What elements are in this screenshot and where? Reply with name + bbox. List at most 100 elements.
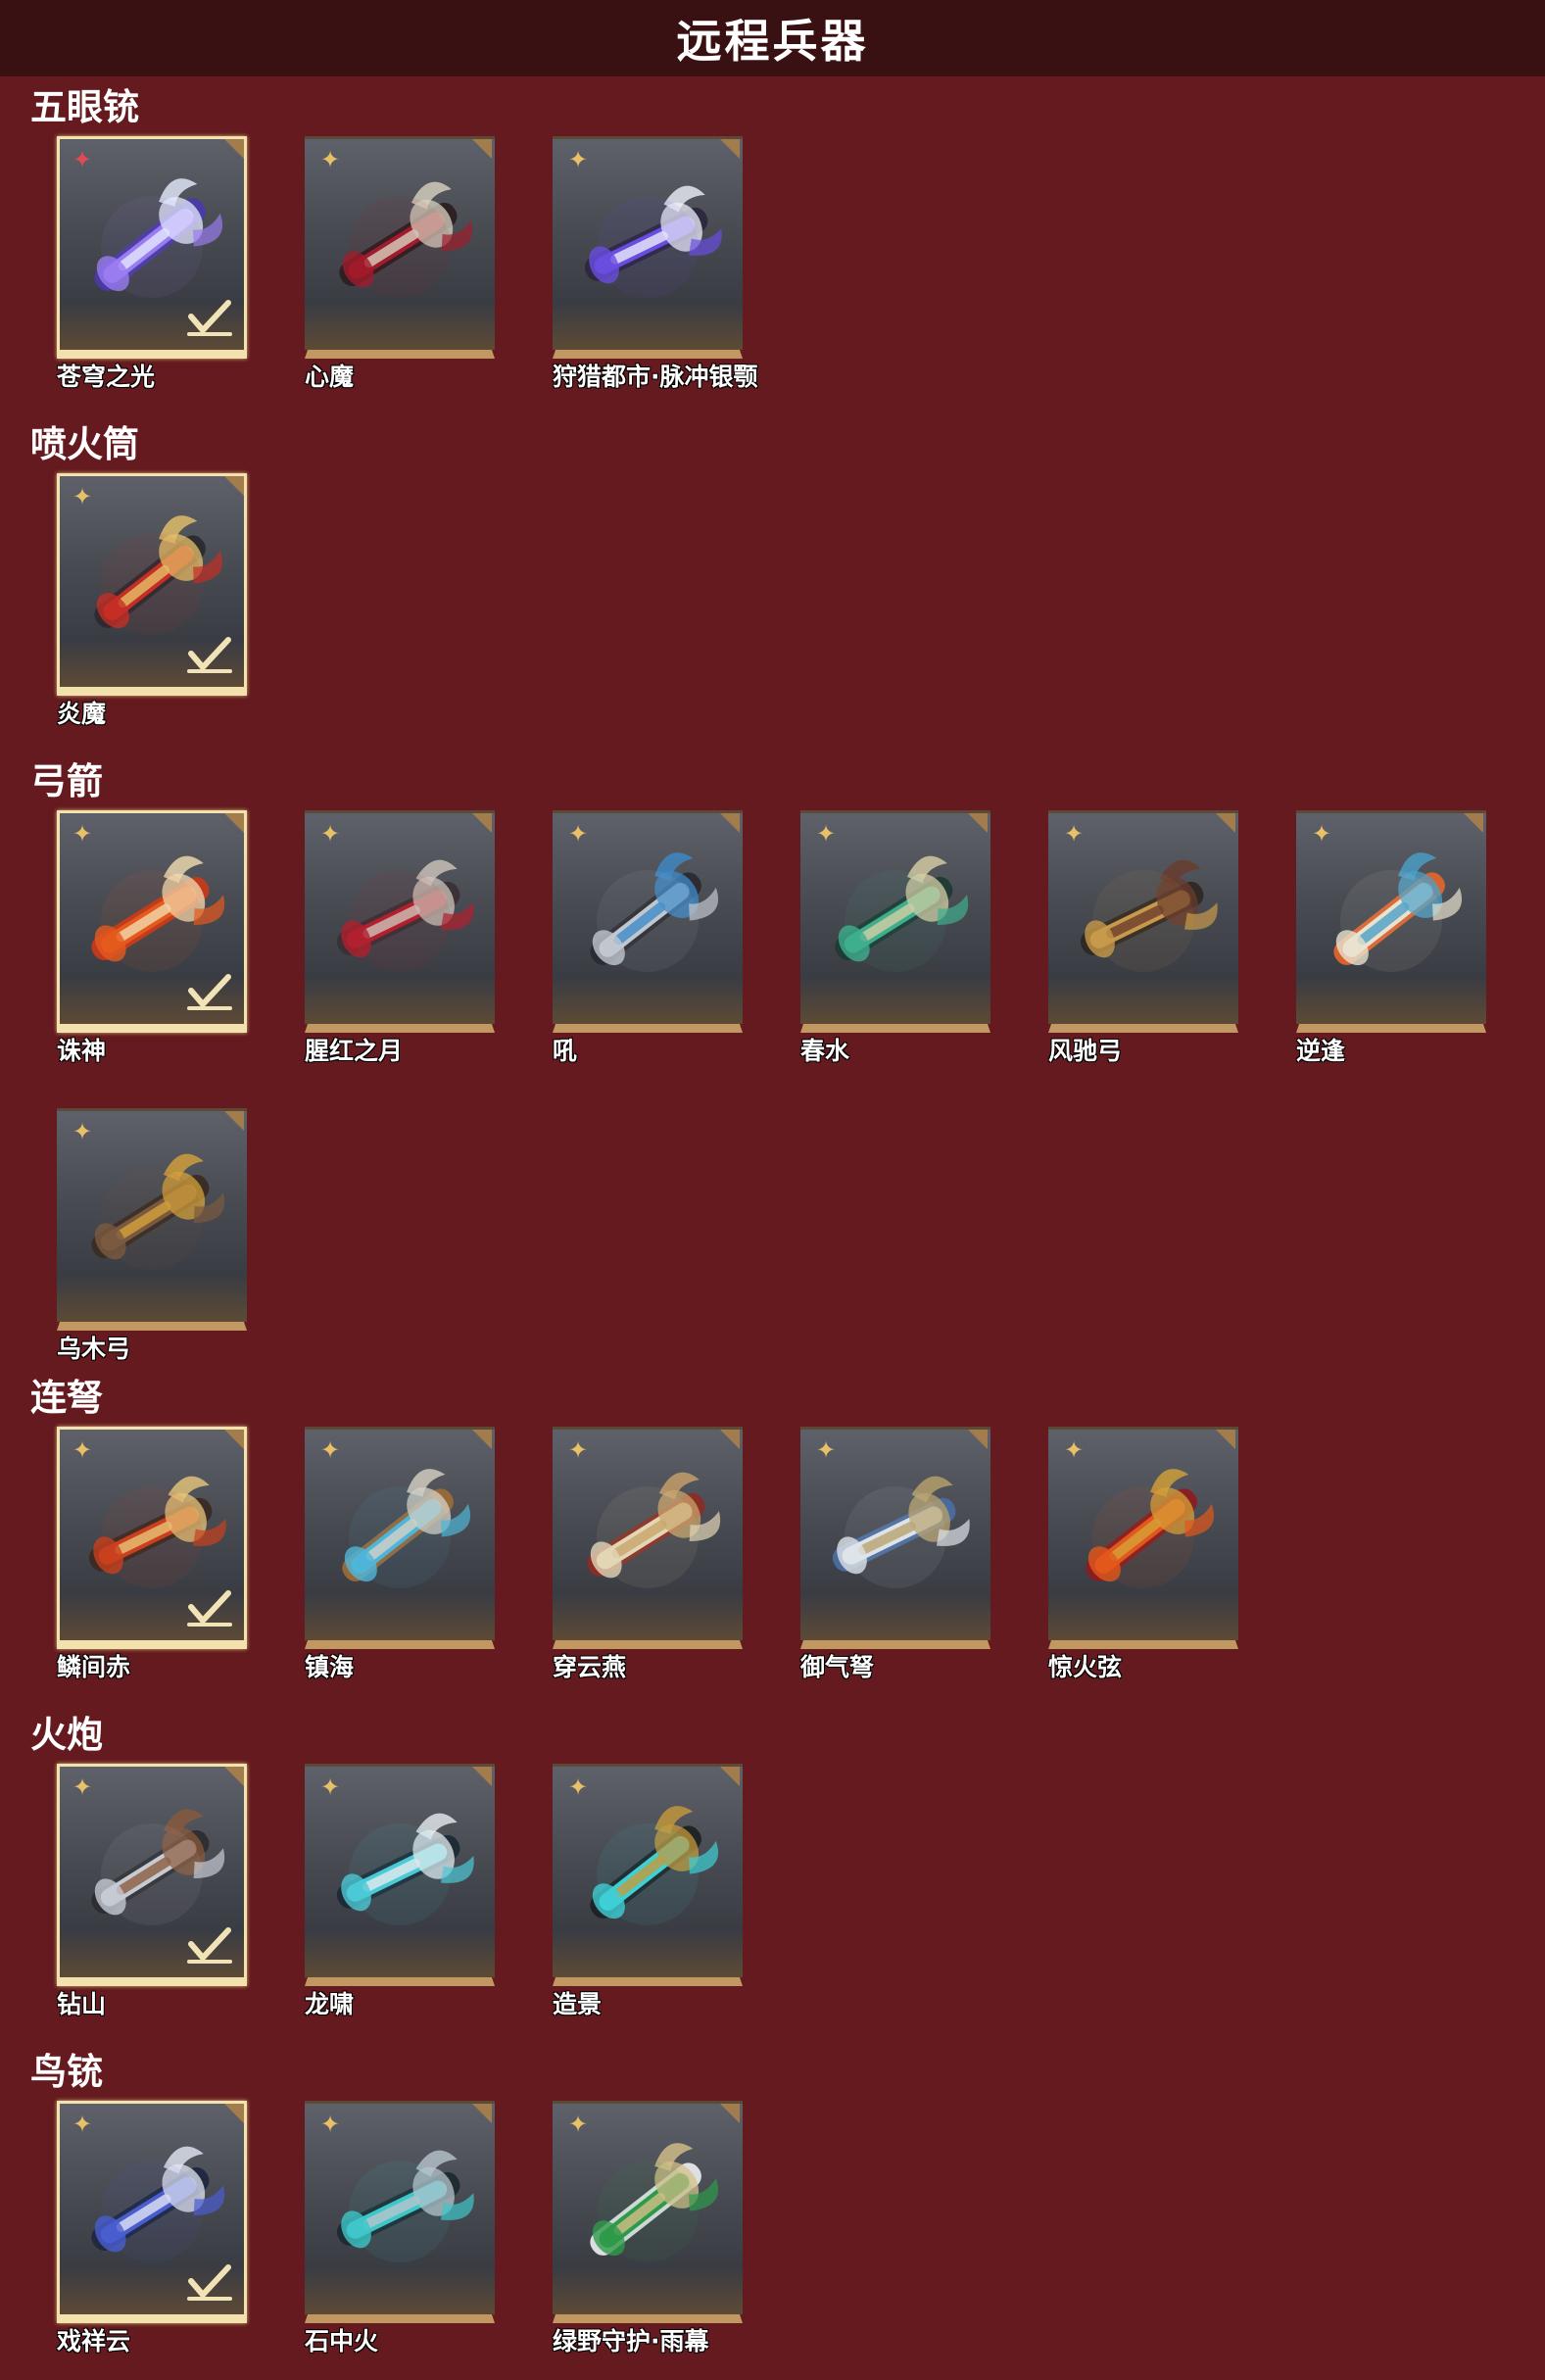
weapon-item[interactable]: ✦ 鳞间赤: [57, 1427, 247, 1682]
gold-flower-icon: ✦: [72, 1436, 93, 1464]
gold-flower-icon: ✦: [567, 1436, 589, 1464]
selected-checkmark-icon: [187, 300, 232, 336]
weapon-card[interactable]: ✦: [305, 1427, 495, 1649]
corner-tab-icon: [472, 813, 492, 833]
weapon-artwork: [336, 2150, 474, 2262]
weapon-artwork: [1080, 859, 1218, 972]
weapon-card[interactable]: ✦: [1048, 810, 1238, 1033]
weapon-item[interactable]: ✦ 惊火弦: [1048, 1427, 1238, 1682]
gold-flower-icon: ✦: [567, 2111, 589, 2138]
corner-tab-icon: [720, 2104, 740, 2123]
selected-checkmark-icon: [187, 974, 232, 1010]
weapon-item[interactable]: ✦ 春水: [800, 810, 990, 1066]
section-title: 连弩: [30, 1377, 103, 1419]
corner-tab-icon: [224, 2104, 244, 2123]
weapon-item[interactable]: ✦ 镇海: [305, 1427, 495, 1682]
weapon-item[interactable]: ✦ 戏祥云: [57, 2101, 247, 2356]
weapon-card[interactable]: ✦: [57, 2101, 247, 2323]
corner-tab-icon: [720, 1430, 740, 1449]
weapon-item[interactable]: ✦ 风驰弓: [1048, 810, 1238, 1066]
corner-tab-icon: [968, 813, 988, 833]
weapon-item[interactable]: ✦ 钻山: [57, 1764, 247, 2019]
weapon-card[interactable]: ✦: [553, 1764, 743, 1986]
weapon-name: 风驰弓: [1048, 1037, 1123, 1065]
weapon-item[interactable]: ✦ 造景: [553, 1764, 743, 2019]
weapon-grid: ✦ 戏祥云 ✦ 石中火 ✦ 绿野守护·雨幕: [57, 2101, 1486, 2356]
gold-flower-icon: ✦: [815, 1436, 837, 1464]
weapon-item[interactable]: ✦ 乌木弓: [57, 1108, 247, 1364]
weapon-item[interactable]: ✦ 逆逢: [1296, 810, 1486, 1066]
weapon-card[interactable]: ✦: [553, 136, 743, 359]
weapon-name: 乌木弓: [57, 1335, 131, 1363]
weapon-card[interactable]: ✦: [57, 136, 247, 359]
corner-tab-icon: [224, 1430, 244, 1449]
corner-tab-icon: [224, 1767, 244, 1786]
gold-flower-icon: ✦: [567, 1773, 589, 1801]
gold-flower-icon: ✦: [319, 1773, 341, 1801]
weapon-item[interactable]: ✦ 龙啸: [305, 1764, 495, 2019]
corner-tab-icon: [1464, 813, 1483, 833]
selected-checkmark-icon: [187, 1927, 232, 1964]
corner-tab-icon: [224, 139, 244, 159]
weapon-item[interactable]: ✦ 苍穹之光: [57, 136, 247, 392]
section-title: 五眼铳: [30, 86, 139, 128]
gold-flower-icon: ✦: [319, 146, 341, 173]
weapon-artwork: [590, 1806, 719, 1925]
weapon-card[interactable]: ✦: [305, 810, 495, 1033]
corner-tab-icon: [1216, 1430, 1235, 1449]
weapon-card[interactable]: ✦: [305, 2101, 495, 2323]
weapon-grid: ✦ 诛神 ✦ 腥红之月 ✦ 吼 ✦ 春水 ✦ 风驰弓 ✦ 逆逢 ✦ 乌木弓: [57, 810, 1486, 1364]
weapon-card[interactable]: ✦: [800, 810, 990, 1033]
weapon-artwork: [1086, 1469, 1215, 1588]
weapon-name: 御气弩: [800, 1653, 875, 1681]
weapon-card[interactable]: ✦: [1048, 1427, 1238, 1649]
gold-flower-icon: ✦: [319, 1436, 341, 1464]
weapon-item[interactable]: ✦ 诛神: [57, 810, 247, 1066]
weapon-item[interactable]: ✦ 狩猎都市·脉冲银颚: [553, 136, 758, 392]
weapon-item[interactable]: ✦ 石中火: [305, 2101, 495, 2356]
weapon-item[interactable]: ✦ 心魔: [305, 136, 495, 392]
weapon-card[interactable]: ✦: [553, 810, 743, 1033]
weapon-name: 造景: [553, 1990, 603, 2018]
corner-tab-icon: [720, 139, 740, 159]
weapon-card[interactable]: ✦: [553, 1427, 743, 1649]
weapon-card[interactable]: ✦: [305, 1764, 495, 1986]
section-title: 喷火筒: [30, 423, 139, 465]
weapon-item[interactable]: ✦ 吼: [553, 810, 743, 1066]
weapon-artwork: [835, 855, 969, 972]
weapon-item[interactable]: ✦ 穿云燕: [553, 1427, 743, 1682]
weapon-artwork: [1333, 852, 1463, 972]
weapon-grid: ✦ 钻山 ✦ 龙啸 ✦ 造景: [57, 1764, 1486, 2019]
weapon-card[interactable]: ✦: [57, 473, 247, 696]
corner-tab-icon: [472, 1430, 492, 1449]
corner-tab-icon: [720, 813, 740, 833]
weapon-name: 戏祥云: [57, 2327, 131, 2356]
weapon-card[interactable]: ✦: [57, 1108, 247, 1331]
weapon-card[interactable]: ✦: [57, 1427, 247, 1649]
corner-tab-icon: [224, 813, 244, 833]
weapon-item[interactable]: ✦ 炎魔: [57, 473, 247, 729]
weapon-name: 逆逢: [1296, 1037, 1346, 1065]
gold-flower-icon: ✦: [72, 483, 93, 510]
gold-flower-icon: ✦: [72, 1773, 93, 1801]
weapon-artwork: [339, 181, 473, 298]
weapon-name: 吼: [553, 1037, 578, 1065]
weapon-card[interactable]: ✦: [57, 810, 247, 1033]
gold-flower-icon: ✦: [815, 820, 837, 848]
weapon-item[interactable]: ✦ 御气弩: [800, 1427, 990, 1682]
weapon-artwork: [587, 1472, 721, 1588]
corner-tab-icon: [720, 1767, 740, 1786]
weapon-name: 心魔: [305, 363, 355, 391]
selected-checkmark-icon: [187, 637, 232, 673]
weapon-card[interactable]: ✦: [305, 136, 495, 359]
weapon-card[interactable]: ✦: [57, 1764, 247, 1986]
weapon-name: 绿野守护·雨幕: [553, 2327, 709, 2356]
corner-tab-icon: [472, 2104, 492, 2123]
section-title: 弓箭: [30, 760, 103, 802]
weapon-item[interactable]: ✦ 绿野守护·雨幕: [553, 2101, 743, 2356]
weapon-card[interactable]: ✦: [553, 2101, 743, 2323]
weapon-item[interactable]: ✦ 腥红之月: [305, 810, 495, 1066]
weapon-name: 诛神: [57, 1037, 107, 1065]
weapon-card[interactable]: ✦: [800, 1427, 990, 1649]
weapon-card[interactable]: ✦: [1296, 810, 1486, 1033]
